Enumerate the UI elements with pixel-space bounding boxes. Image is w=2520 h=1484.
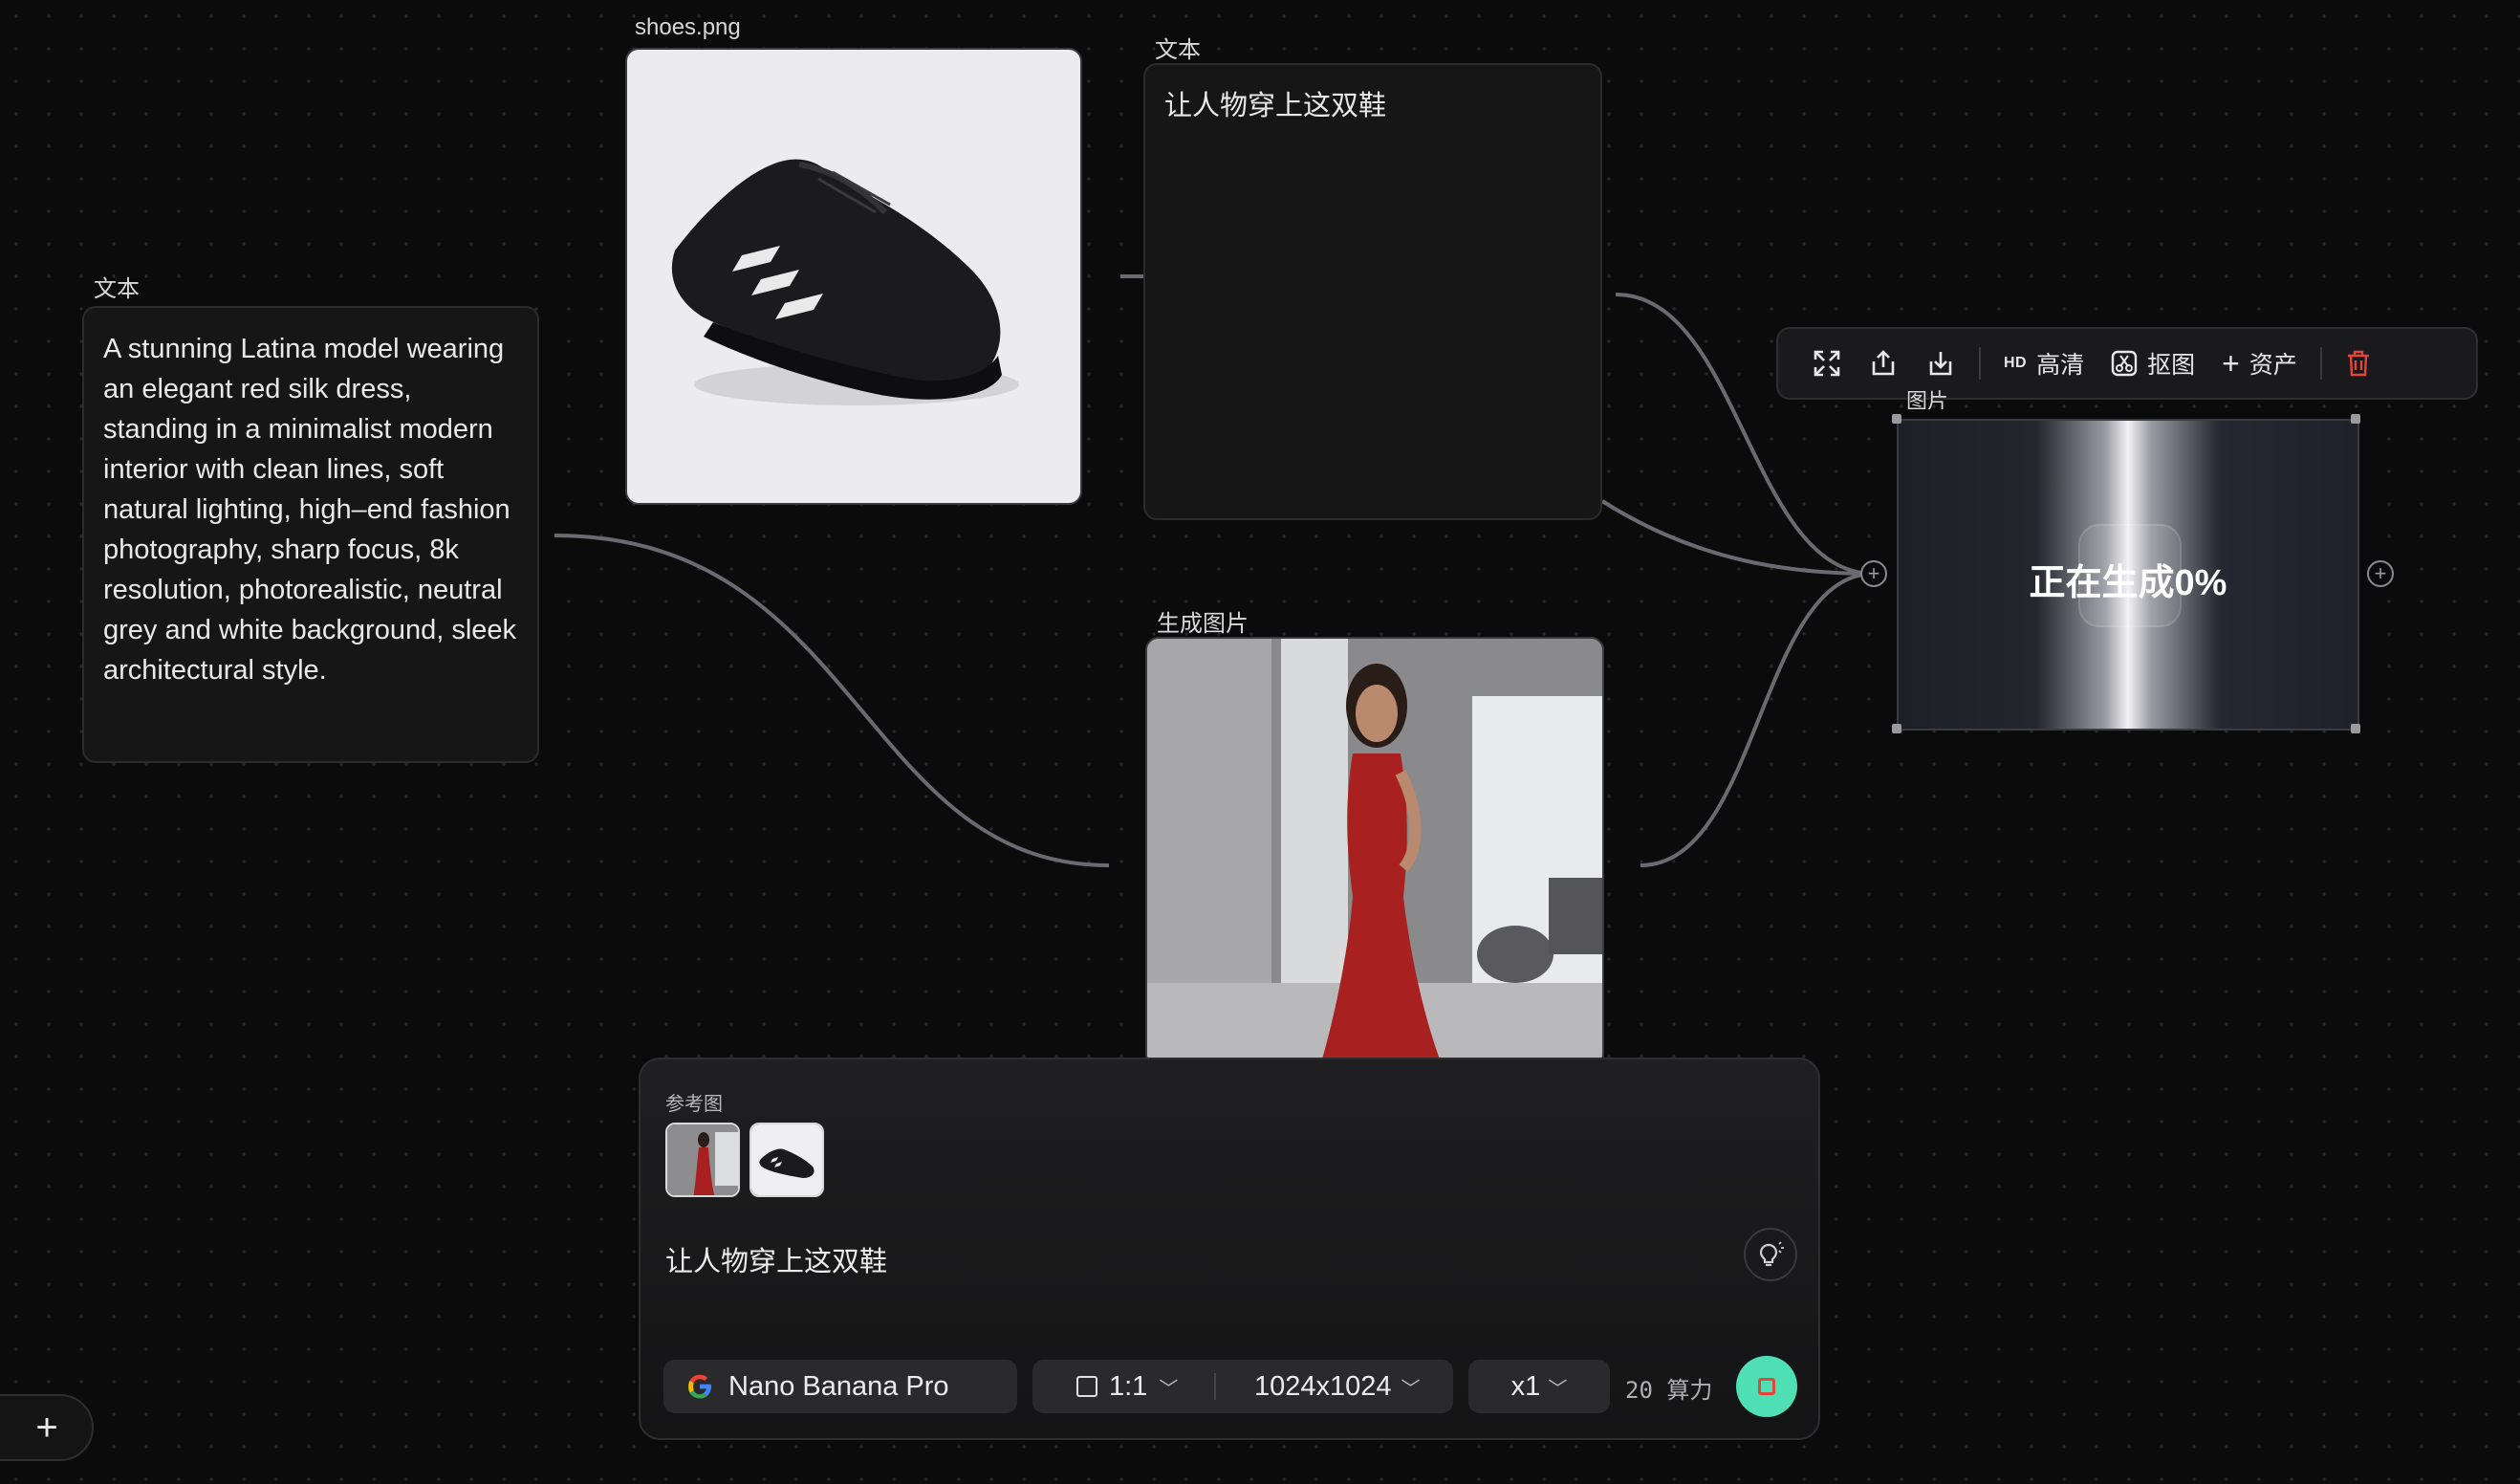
text-node-content[interactable]: 让人物穿上这双鞋 xyxy=(1145,65,1600,147)
stop-icon xyxy=(1758,1378,1775,1395)
chevron-down-icon: ﹀ xyxy=(1159,1378,1179,1400)
text-node-content[interactable]: A stunning Latina model wearing an elega… xyxy=(84,308,537,711)
workflow-canvas[interactable]: 文本 A stunning Latina model wearing an el… xyxy=(0,0,2520,1484)
node-label-output-image: 图片 xyxy=(1906,389,1949,409)
add-node-button[interactable]: + xyxy=(0,1394,94,1461)
node-label-shoe-image: shoes.png xyxy=(635,14,741,40)
resize-handle-top-left[interactable] xyxy=(1892,414,1901,424)
hd-upscale-button[interactable]: HD 高清 xyxy=(1990,337,2097,390)
square-ratio-icon xyxy=(1076,1376,1097,1397)
shoe-image xyxy=(671,159,1019,405)
output-port-plus-icon[interactable]: + xyxy=(2367,560,2394,587)
resolution-value: 1024x1024 xyxy=(1254,1370,1392,1402)
model-name: Nano Banana Pro xyxy=(728,1370,949,1402)
image-toolbar: HD 高清 抠图 + 资产 xyxy=(1776,327,2478,400)
plus-icon: + xyxy=(2222,346,2240,381)
toolbar-divider xyxy=(2319,347,2322,380)
image-node-generating[interactable]: 正在生成0% xyxy=(1897,419,2359,731)
trash-icon xyxy=(2347,350,2369,377)
reference-images-label: 参考图 xyxy=(665,1094,723,1115)
cutout-button[interactable]: 抠图 xyxy=(2097,337,2208,390)
generation-progress-text: 正在生成0% xyxy=(2029,563,2227,603)
resize-handle-bottom-right[interactable] xyxy=(2351,724,2360,733)
add-asset-button[interactable]: + 资产 xyxy=(2208,337,2311,390)
image-node-generated[interactable] xyxy=(1145,637,1604,1067)
node-label-generated-image: 生成图片 xyxy=(1157,611,1249,637)
fullscreen-button[interactable] xyxy=(1799,337,1855,390)
model-photo xyxy=(1147,639,1602,1065)
node-label-left-text: 文本 xyxy=(94,276,140,302)
download-icon xyxy=(1929,352,1952,376)
prompt-suggest-button[interactable] xyxy=(1744,1228,1797,1281)
image-count-dropdown[interactable]: x1 ﹀ xyxy=(1468,1360,1610,1413)
connector-generated-to-output xyxy=(1640,572,1875,867)
stop-generation-button[interactable] xyxy=(1736,1356,1797,1417)
text-node-instruction[interactable]: 让人物穿上这双鞋 xyxy=(1143,63,1602,520)
compute-cost: 20 算力 xyxy=(1625,1377,1713,1404)
toolbar-divider xyxy=(1979,347,1981,380)
asset-label: 资产 xyxy=(2248,352,2297,379)
scissors-icon xyxy=(2111,350,2138,377)
plus-icon: + xyxy=(35,1406,58,1449)
connector-lefttext-to-generated xyxy=(554,534,1110,867)
node-label-top-text: 文本 xyxy=(1155,37,1201,63)
reference-thumb-model[interactable] xyxy=(665,1123,740,1197)
aspect-ratio-dropdown[interactable]: 1:1 ﹀ xyxy=(1032,1371,1214,1403)
text-node-prompt[interactable]: A stunning Latina model wearing an elega… xyxy=(82,306,539,763)
share-button[interactable] xyxy=(1855,337,1912,390)
cutout-label: 抠图 xyxy=(2147,352,2196,379)
resolution-dropdown[interactable]: 1024x1024 ﹀ xyxy=(1216,1371,1421,1403)
delete-button[interactable] xyxy=(2332,337,2385,390)
model-thumbnail xyxy=(667,1124,738,1195)
fullscreen-icon xyxy=(1814,350,1840,377)
lightbulb-icon xyxy=(1759,1241,1784,1267)
hd-icon: HD xyxy=(2004,355,2028,371)
google-logo-icon xyxy=(688,1374,711,1399)
prompt-input[interactable]: 让人物穿上这双鞋 xyxy=(665,1239,887,1279)
resize-handle-bottom-left[interactable] xyxy=(1892,724,1901,733)
image-node-shoes[interactable] xyxy=(625,48,1082,505)
hd-label: 高清 xyxy=(2036,352,2085,379)
chevron-down-icon: ﹀ xyxy=(1401,1378,1421,1400)
image-count-value: x1 xyxy=(1510,1370,1541,1402)
download-button[interactable] xyxy=(1912,337,1969,390)
model-selector[interactable]: Nano Banana Pro xyxy=(663,1360,1017,1413)
input-port-plus-icon[interactable]: + xyxy=(1860,560,1887,587)
aspect-ratio-value: 1:1 xyxy=(1109,1370,1148,1402)
resize-handle-top-right[interactable] xyxy=(2351,414,2360,424)
prompt-panel: 参考图 让人物穿上这双鞋 Nano Banana Pro 1:1 ﹀ 1024x… xyxy=(639,1058,1820,1440)
chevron-down-icon: ﹀ xyxy=(1548,1378,1568,1400)
reference-thumb-shoe[interactable] xyxy=(749,1123,824,1197)
share-icon xyxy=(1872,350,1895,376)
shoe-thumbnail xyxy=(751,1124,822,1195)
size-selector: 1:1 ﹀ 1024x1024 ﹀ xyxy=(1032,1360,1453,1413)
